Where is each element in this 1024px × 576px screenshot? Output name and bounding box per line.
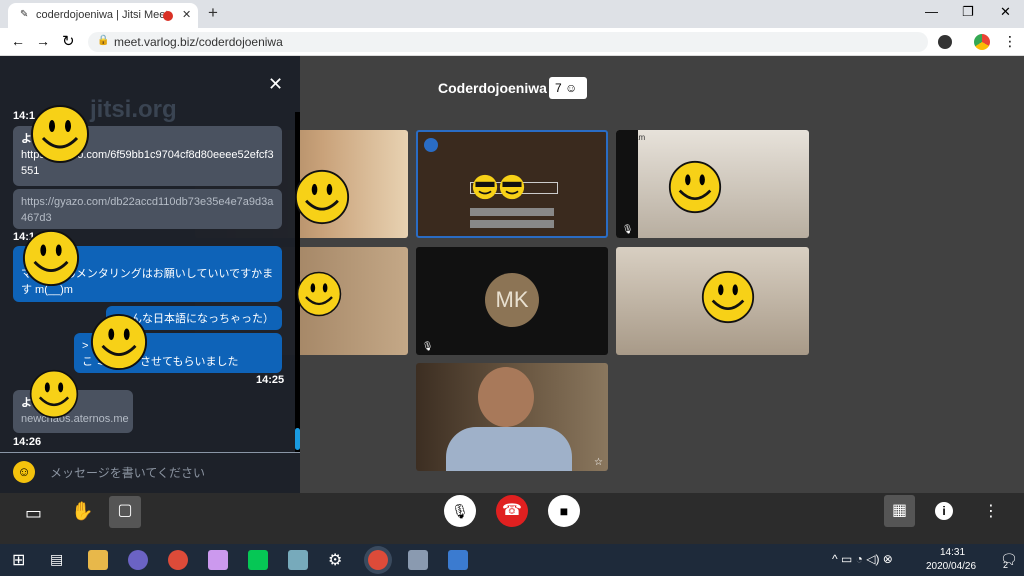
url-text: meet.varlog.biz/coderdojoeniwa	[114, 35, 283, 49]
hangup-button[interactable]: ☎	[496, 495, 528, 527]
participant-count-badge[interactable]: 7 ☺	[549, 77, 587, 99]
taskbar-app-icon[interactable]	[208, 550, 228, 570]
smiley-overlay	[296, 271, 342, 317]
smiley-overlay	[29, 369, 79, 419]
recording-icon	[163, 11, 173, 21]
tile-view-button[interactable]: ▦	[884, 495, 915, 527]
meeting-title: Coderdojoeniwa	[438, 80, 547, 96]
file-explorer-icon[interactable]	[88, 550, 108, 570]
divider	[0, 452, 300, 453]
reload-icon[interactable]: ↻	[62, 32, 75, 50]
settings-icon[interactable]: ⚙	[328, 550, 348, 570]
participant-count: 7	[555, 81, 562, 95]
taskbar-app-icon[interactable]	[408, 550, 428, 570]
video-tile-avatar[interactable]: MK 🎙	[416, 247, 608, 355]
more-options-icon[interactable]: ⋮	[983, 501, 999, 521]
screen-share-icon[interactable]: ▭	[25, 503, 42, 524]
browser-tab-bar: coderdojoeniwa | Jitsi Meet ✎ ✕ + — ❐ ✕	[0, 0, 1024, 28]
video-tile-local[interactable]: ☆	[416, 363, 608, 471]
info-icon[interactable]: i	[935, 502, 953, 520]
dominant-speaker-icon	[424, 138, 438, 152]
close-chat-icon[interactable]: ✕	[268, 74, 283, 95]
taskbar-app-icon[interactable]	[288, 550, 308, 570]
new-tab-button[interactable]: +	[208, 3, 218, 23]
lock-icon: 🔒	[97, 35, 110, 46]
watermark: jitsi.org	[90, 96, 177, 123]
avatar: MK	[485, 273, 539, 327]
restore-button[interactable]: ❐	[962, 4, 974, 20]
chat-scrollbar-thumb[interactable]	[295, 428, 300, 450]
notification-count: 2	[1003, 560, 1009, 570]
participant-shirt	[446, 427, 572, 471]
close-window-button[interactable]: ✕	[1000, 4, 1011, 20]
tray-icons[interactable]: ^ ▭ ◔ ◁) ⊗	[832, 552, 893, 566]
smiley-overlay	[701, 270, 755, 324]
message-time: 14:25	[256, 374, 285, 386]
message-link[interactable]: https://gyazo.com/db22accd110db73e35e4e7…	[21, 194, 274, 226]
camera-button[interactable]: ■	[548, 495, 580, 527]
browser-tab[interactable]: coderdojoeniwa | Jitsi Meet ✎ ✕	[8, 3, 198, 28]
tile-edge	[616, 130, 638, 238]
smiley-overlay	[90, 313, 148, 371]
task-view-icon[interactable]: ▤	[50, 551, 63, 568]
smiley-sunglasses	[472, 174, 498, 200]
mic-muted-icon: 🎙	[422, 341, 434, 351]
url-field[interactable]: 🔒 meet.varlog.biz/coderdojoeniwa	[88, 32, 928, 52]
message-time: 14:26	[13, 436, 42, 448]
feather-icon: ✎	[20, 9, 29, 20]
document-icon[interactable]	[448, 550, 468, 570]
smiley-overlay	[294, 169, 350, 225]
smiley-overlay	[22, 229, 80, 287]
smiley-sunglasses	[499, 174, 525, 200]
extension-icon[interactable]	[938, 35, 952, 49]
smiley-overlay	[31, 105, 89, 163]
forward-icon[interactable]: →	[36, 33, 50, 49]
windows-start-icon[interactable]: ⊞	[12, 550, 25, 570]
chat-toggle-button[interactable]: ▢	[109, 496, 141, 528]
mic-muted-icon: 🎙	[622, 224, 634, 234]
microphone-muted-button[interactable]: 🎙	[444, 495, 476, 527]
chrome-icon[interactable]	[168, 550, 188, 570]
emoji-picker-icon[interactable]: ☺	[13, 461, 35, 483]
windows-taskbar: ⊞ ▤ 🗨 2 ^ ▭ ◔ ◁) ⊗ 14:31 2020/04/26	[0, 544, 1024, 576]
tab-title: coderdojoeniwa | Jitsi Meet	[36, 9, 169, 21]
minimize-button[interactable]: —	[925, 4, 938, 19]
back-icon[interactable]: ←	[11, 33, 25, 49]
message-text: んな日本語になっちゃった）	[131, 313, 274, 325]
menu-icon[interactable]: ⋮	[1003, 33, 1017, 50]
smiley-overlay	[668, 160, 722, 214]
screen-content	[470, 220, 554, 228]
line-icon[interactable]	[248, 550, 268, 570]
close-tab-icon[interactable]: ✕	[182, 8, 191, 21]
profile-icon[interactable]	[974, 34, 990, 50]
participant-face	[478, 367, 534, 427]
people-icon: ☺	[565, 81, 578, 95]
chat-message: https://gyazo.com/db22accd110db73e35e4e7…	[13, 189, 282, 229]
raise-hand-icon[interactable]: ✋	[71, 501, 93, 522]
meeting-toolbar: ▭ ✋ ▢ 🎙 ☎ ■ ▦ i ⋮	[0, 493, 1024, 544]
taskbar-app-icon[interactable]	[128, 550, 148, 570]
clock-date: 2020/04/26	[926, 561, 977, 572]
screen-content	[470, 208, 554, 216]
chat-input[interactable]: メッセージを書いてください	[50, 464, 205, 481]
pin-star-icon[interactable]: ☆	[594, 457, 603, 468]
clock-time: 14:31	[940, 547, 966, 558]
chrome-active-icon[interactable]	[368, 550, 388, 570]
